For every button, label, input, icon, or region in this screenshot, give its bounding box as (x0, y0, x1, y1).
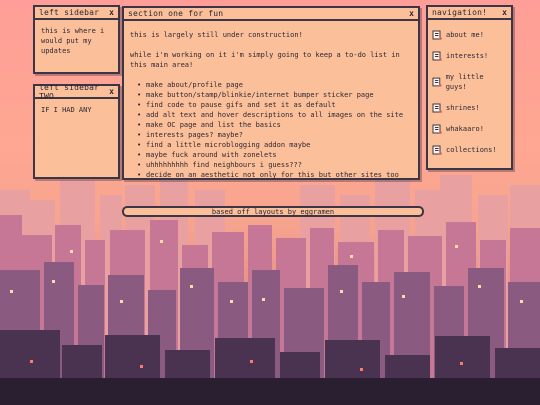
nav-label: whakaaro! (446, 125, 484, 133)
intro-text: this is largely still under construction… (130, 31, 303, 39)
window-titlebar[interactable]: section one for fun x (124, 8, 418, 21)
close-icon[interactable]: x (109, 8, 114, 17)
window-titlebar[interactable]: left sidebar TWO x (35, 82, 118, 101)
todo-item: find a little microblogging addon maybe (137, 140, 412, 150)
todo-item: interests pages? maybe? (137, 130, 412, 140)
sidebar-two-text: IF I HAD ANY (41, 106, 92, 114)
todo-item: make about/profile page (137, 80, 412, 90)
close-icon[interactable]: x (409, 9, 414, 18)
close-icon[interactable]: x (109, 87, 114, 96)
todo-item: find code to pause gifs and set it as de… (137, 100, 412, 110)
nav-label: my little guys! (445, 73, 484, 91)
todo-item: make OC page and list the basics (137, 120, 412, 130)
navigation-window: navigation! x about me! interests! my li… (426, 5, 513, 170)
footer-text: based off layouts by eggramen (211, 207, 335, 216)
window-titlebar[interactable]: navigation! x (428, 7, 511, 20)
scroll-icon (432, 77, 442, 87)
window-title: navigation! (432, 8, 488, 17)
nav-link-whakaaro[interactable]: whakaaro! (432, 124, 507, 134)
footer-credit: based off layouts by eggramen (122, 206, 424, 217)
lead-text: while i'm working on it i'm simply going… (130, 51, 400, 69)
scroll-icon (432, 124, 442, 134)
scroll-icon (432, 51, 442, 61)
scroll-icon (432, 30, 442, 40)
left-sidebar-window: left sidebar x this is where i would put… (33, 5, 120, 74)
main-section-window: section one for fun x this is largely st… (122, 6, 420, 180)
nav-label: about me! (446, 31, 484, 39)
todo-item: make button/stamp/blinkie/internet bumpe… (137, 90, 412, 100)
nav-link-shrines[interactable]: shrines! (432, 103, 507, 113)
nav-link-interests[interactable]: interests! (432, 51, 507, 61)
updates-text: this is where i would put my updates (41, 27, 105, 55)
nav-link-my-little-guys[interactable]: my little guys! (432, 72, 507, 92)
scroll-icon (432, 103, 442, 113)
nav-label: collections! (446, 146, 497, 154)
scroll-icon (432, 145, 442, 155)
nav-link-about-me[interactable]: about me! (432, 30, 507, 40)
window-title: left sidebar (39, 8, 100, 17)
nav-link-collections[interactable]: collections! (432, 145, 507, 155)
todo-item: decide on an aesthetic not only for this… (137, 170, 412, 180)
nav-label: interests! (446, 52, 489, 60)
window-title: left sidebar TWO (39, 82, 100, 101)
todo-item: maybe fuck around with zonelets (137, 150, 412, 160)
left-sidebar-two-window: left sidebar TWO x IF I HAD ANY (33, 82, 120, 179)
todo-item: uhhhhhhhhh find neighbours i guess??? (137, 160, 412, 170)
close-icon[interactable]: x (502, 8, 507, 17)
todo-list: make about/profile page make button/stam… (130, 80, 412, 180)
nav-label: shrines! (446, 104, 480, 112)
window-title: section one for fun (128, 9, 224, 18)
todo-item: add alt text and hover descriptions to a… (137, 110, 412, 120)
window-titlebar[interactable]: left sidebar x (35, 7, 118, 20)
